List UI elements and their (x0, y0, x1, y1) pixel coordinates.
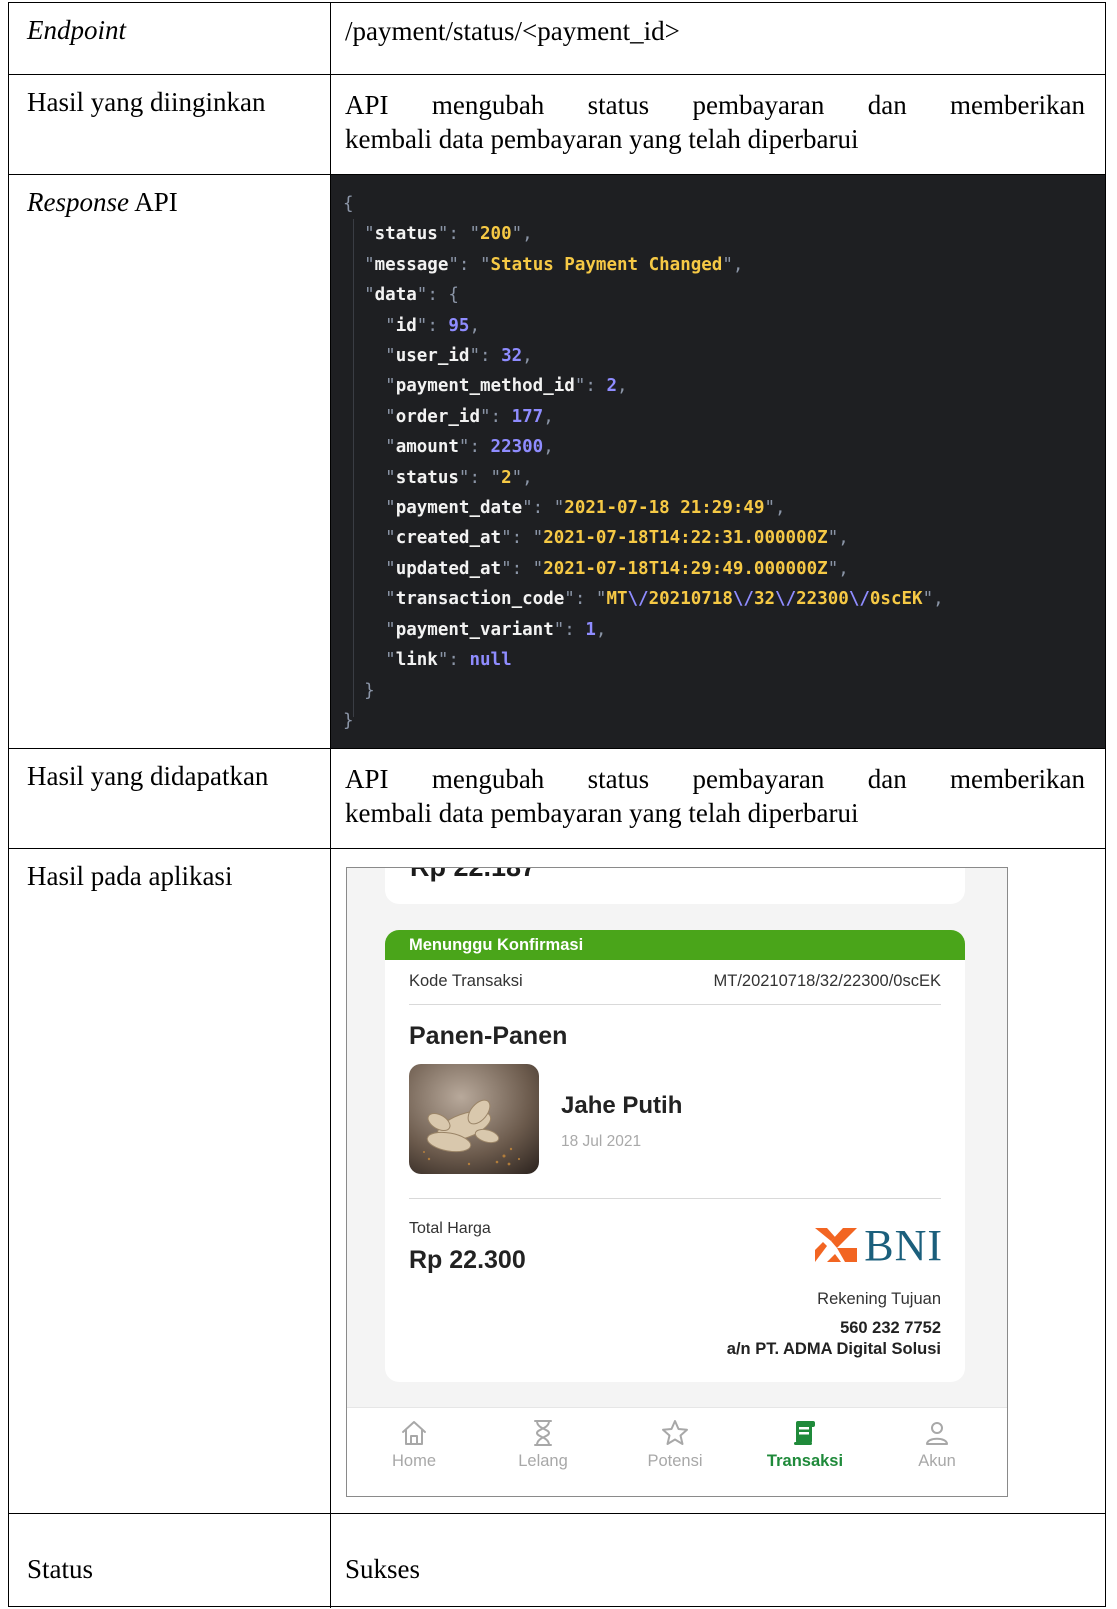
rekening-number: 560 232 7752 (840, 1319, 941, 1337)
nav-akun[interactable]: Akun (887, 1418, 987, 1471)
product-image (409, 1064, 539, 1174)
star-icon (662, 1420, 688, 1445)
bottom-nav: Home Lelang Potensi Transaksi Akun (347, 1407, 1007, 1496)
status-label: Status (9, 1514, 331, 1608)
row-hasil-diinginkan: Hasil yang diinginkan API mengubah statu… (9, 75, 1105, 175)
response-cell: { "status": "200", "message": "Status Pa… (331, 175, 1105, 748)
nav-home[interactable]: Home (364, 1418, 464, 1471)
bni-mark-icon (814, 1228, 857, 1262)
transaction-card[interactable]: Menunggu Konfirmasi Kode Transaksi MT/20… (385, 930, 965, 1382)
app-screenshot-cell: Rp 22.187 Menunggu Konfirmasi Kode Trans… (331, 849, 1105, 1513)
kode-transaksi-label: Kode Transaksi (409, 972, 523, 990)
previous-price: Rp 22.187 (410, 867, 537, 882)
total-harga-value: Rp 22.300 (409, 1246, 526, 1274)
endpoint-value: /payment/status/<payment_id> (345, 16, 680, 46)
hasil-diinginkan-label: Hasil yang diinginkan (9, 75, 331, 174)
rekening-name: a/n PT. ADMA Digital Solusi (726, 1340, 941, 1358)
row-hasil-didapatkan: Hasil yang didapatkan API mengubah statu… (9, 749, 1105, 849)
response-label: Response API (9, 175, 331, 748)
product-date: 18 Jul 2021 (561, 1133, 642, 1150)
api-test-table: Endpoint /payment/status/<payment_id> Ha… (8, 2, 1106, 1608)
nav-transaksi[interactable]: Transaksi (755, 1418, 855, 1471)
divider (409, 1004, 941, 1005)
json-code-block: { "status": "200", "message": "Status Pa… (331, 175, 1105, 748)
nav-lelang[interactable]: Lelang (493, 1418, 593, 1471)
row-hasil-aplikasi: Hasil pada aplikasi Rp 22.187 Menunggu K… (9, 849, 1105, 1514)
rekening-tujuan-label: Rekening Tujuan (817, 1290, 941, 1308)
status-badge: Menunggu Konfirmasi (385, 930, 965, 960)
hasil-aplikasi-label: Hasil pada aplikasi (9, 849, 331, 1513)
receipt-icon (794, 1421, 815, 1445)
row-status: Status Sukses (9, 1514, 1105, 1608)
row-response: Response API { "status": "200", "message… (9, 175, 1105, 749)
kode-transaksi-value: MT/20210718/32/22300/0scEK (713, 972, 942, 990)
app-screenshot: Rp 22.187 Menunggu Konfirmasi Kode Trans… (346, 867, 1008, 1497)
row-endpoint: Endpoint /payment/status/<payment_id> (9, 3, 1105, 75)
store-name: Panen-Panen (409, 1022, 568, 1050)
status-value: Sukses (345, 1554, 421, 1584)
endpoint-label: Endpoint (9, 3, 331, 74)
product-name: Jahe Putih (561, 1092, 683, 1119)
total-harga-label: Total Harga (409, 1220, 491, 1237)
hasil-didapatkan-label: Hasil yang didapatkan (9, 749, 331, 848)
divider (409, 1198, 941, 1199)
bni-logo: BNI (814, 1220, 943, 1270)
home-icon (402, 1421, 426, 1445)
hasil-diinginkan-value: API mengubah status pembayaran dan membe… (345, 90, 1085, 154)
user-icon (926, 1422, 948, 1445)
hourglass-icon (534, 1420, 552, 1446)
hasil-didapatkan-value: API mengubah status pembayaran dan membe… (345, 764, 1085, 828)
nav-potensi[interactable]: Potensi (625, 1418, 725, 1471)
